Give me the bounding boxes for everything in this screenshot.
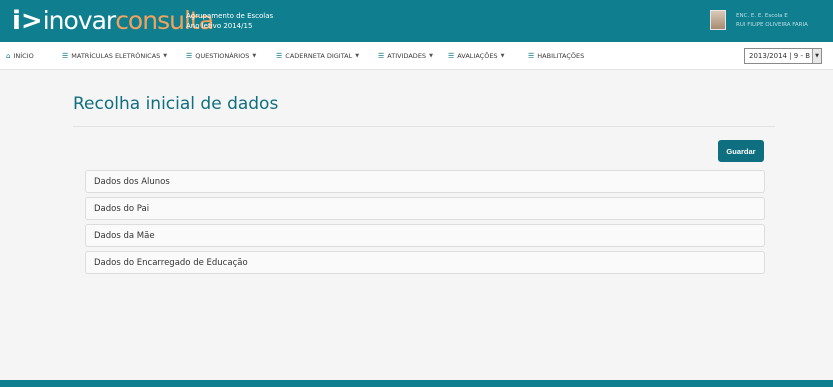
save-button[interactable]: Guardar [718,140,764,162]
nav-atividades-label: ATIVIDADES [387,52,427,60]
user-info[interactable]: ENC. E. E. Escola E RUI FILIPE OLIVEIRA … [736,12,808,30]
list-icon: ☰ [62,52,69,60]
school-name: Agrupamento de Escolas [186,12,274,20]
panel-dados-pai[interactable]: Dados do Pai [85,197,765,220]
year-class-select[interactable]: 2013/2014 | 9 - B ▼ [744,48,822,64]
caret-down-icon: ▼ [429,53,433,59]
nav-questionarios-label: QUESTIONÁRIOS [195,52,250,60]
inovar-logo[interactable]: i> inovar consulta [12,6,214,36]
year-class-value: 2013/2014 | 9 - B [749,52,811,60]
nav-matriculas[interactable]: ☰ MATRÍCULAS ELETRÓNICAS ▼ [62,42,167,70]
list-icon: ☰ [276,52,283,60]
nav-avaliacoes[interactable]: ☰ AVALIAÇÕES ▼ [448,42,504,70]
user-name: RUI FILIPE OLIVEIRA FARIA [736,22,808,28]
panel-dados-encarregado[interactable]: Dados do Encarregado de Educação [85,251,765,274]
list-icon: ☰ [528,52,535,60]
nav-caderneta[interactable]: ☰ CADERNETA DIGITAL ▼ [276,42,359,70]
caret-down-icon: ▼ [163,53,168,59]
nav-inicio[interactable]: ⌂ INÍCIO [6,42,34,70]
nav-habilitacoes[interactable]: ☰ HABILITAÇÕES [528,42,584,70]
nav-caderneta-label: CADERNETA DIGITAL [285,52,353,60]
nav-habilitacoes-label: HABILITAÇÕES [537,52,585,60]
school-year: Ano letivo 2014/15 [186,22,253,30]
caret-down-icon: ▼ [355,53,360,59]
nav-inicio-label: INÍCIO [13,52,34,60]
main-navbar: ⌂ INÍCIO ☰ MATRÍCULAS ELETRÓNICAS ▼ ☰ QU… [0,42,833,70]
chevron-down-icon[interactable]: ▼ [812,49,821,63]
list-icon: ☰ [448,52,455,60]
nav-avaliacoes-label: AVALIAÇÕES [457,52,498,60]
logo-inovar-text: inovar [42,6,116,35]
top-header: i> inovar consulta Agrupamento de Escola… [0,0,833,42]
footer-bar [0,380,833,387]
logo-mark: i> [12,6,43,36]
caret-down-icon: ▼ [500,53,505,59]
page-title: Recolha inicial de dados [73,94,279,114]
user-role: ENC. E. E. Escola E [736,13,788,19]
nav-questionarios[interactable]: ☰ QUESTIONÁRIOS ▼ [186,42,256,70]
nav-matriculas-label: MATRÍCULAS ELETRÓNICAS [71,52,161,60]
caret-down-icon: ▼ [252,53,257,59]
panel-dados-mae[interactable]: Dados da Mãe [85,224,765,247]
list-icon: ☰ [186,52,193,60]
avatar[interactable] [710,10,726,30]
school-info: Agrupamento de Escolas Ano letivo 2014/1… [186,11,273,31]
nav-atividades[interactable]: ☰ ATIVIDADES ▼ [378,42,433,70]
title-divider [73,126,775,127]
home-icon: ⌂ [6,52,11,60]
panel-dados-alunos[interactable]: Dados dos Alunos [85,170,765,193]
list-icon: ☰ [378,52,385,60]
